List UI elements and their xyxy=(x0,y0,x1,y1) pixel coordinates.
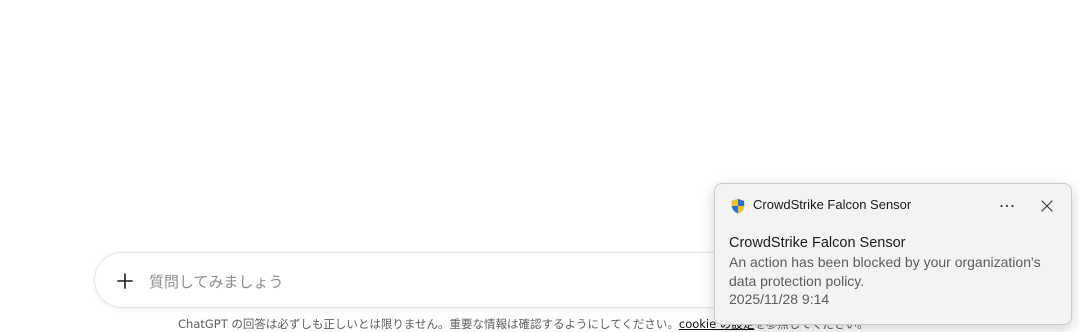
toast-timestamp: 2025/11/28 9:14 xyxy=(729,291,830,307)
plus-icon xyxy=(117,273,133,289)
toast-notification[interactable]: CrowdStrike Falcon Sensor CrowdStrike Fa… xyxy=(714,183,1072,325)
chat-page: ChatGPT の回答は必ずしも正しいとは限りません。重要な情報は確認するように… xyxy=(0,0,1079,332)
toast-header: CrowdStrike Falcon Sensor xyxy=(715,184,1071,228)
disclaimer-text-before: ChatGPT の回答は必ずしも正しいとは限りません。重要な情報は確認するように… xyxy=(178,317,679,331)
shield-icon xyxy=(731,198,745,214)
toast-title: CrowdStrike Falcon Sensor xyxy=(729,235,906,251)
close-button[interactable] xyxy=(1033,194,1061,218)
add-attachment-button[interactable] xyxy=(107,263,143,299)
close-icon xyxy=(1041,200,1053,212)
toast-message: An action has been blocked by your organ… xyxy=(729,254,1041,289)
toast-body: CrowdStrike Falcon Sensor An action has … xyxy=(729,234,1059,309)
prompt-input[interactable] xyxy=(147,267,711,297)
more-options-button[interactable] xyxy=(993,194,1021,218)
more-options-icon xyxy=(1000,204,1014,208)
toast-app-name: CrowdStrike Falcon Sensor xyxy=(753,197,912,212)
